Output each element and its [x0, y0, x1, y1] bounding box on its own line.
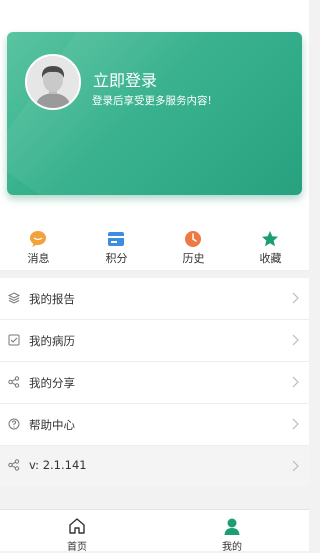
menu-item-help-center[interactable]: 帮助中心 [0, 404, 309, 446]
menu-item-label: 我的分享 [29, 376, 75, 390]
nav-tab-label: 首页 [67, 542, 87, 553]
chevron-right-icon [292, 460, 299, 472]
status-time: 11:44 [268, 4, 303, 17]
quick-actions-row: 消息 积分 历史 收藏 [0, 218, 309, 271]
menu-item-label: 帮助中心 [29, 418, 75, 432]
message-bubble-icon [30, 231, 46, 247]
quick-action-label: 消息 [27, 252, 50, 265]
quick-action-history[interactable]: 历史 [155, 218, 232, 270]
quick-action-favorites[interactable]: 收藏 [232, 218, 309, 270]
login-title[interactable]: 立即登录 [93, 67, 157, 91]
history-clock-icon [185, 231, 201, 247]
help-icon [8, 418, 20, 430]
star-icon [262, 231, 278, 247]
profile-icon [224, 518, 240, 535]
chevron-right-icon [292, 334, 299, 346]
menu-item-label: 我的病历 [29, 334, 75, 348]
quick-action-label: 积分 [105, 252, 128, 265]
share-icon [8, 376, 20, 388]
quick-action-messages[interactable]: 消息 [0, 218, 77, 270]
chevron-right-icon [292, 292, 299, 304]
avatar[interactable] [25, 54, 81, 110]
menu-list: 我的报告 我的病历 我的分享 帮助中心 [0, 278, 309, 446]
quick-action-label: 收藏 [259, 252, 282, 265]
nav-tab-profile[interactable]: 我的 [155, 510, 309, 553]
chevron-right-icon [292, 418, 299, 430]
report-layers-icon [8, 292, 20, 304]
default-avatar-icon [27, 56, 79, 108]
points-card-icon [108, 232, 124, 246]
menu-item-my-reports[interactable]: 我的报告 [0, 278, 309, 320]
status-bar: 11:44 [0, 0, 309, 22]
nav-tab-home[interactable]: 首页 [0, 510, 154, 553]
login-card[interactable]: 立即登录 登录后享受更多服务内容! [7, 32, 302, 195]
menu-item-my-shares[interactable]: 我的分享 [0, 362, 309, 404]
chevron-right-icon [292, 376, 299, 388]
version-label: v: 2.1.141 [29, 458, 87, 472]
quick-action-label: 历史 [182, 252, 205, 265]
version-item[interactable]: v: 2.1.141 [0, 446, 309, 486]
login-subtitle: 登录后享受更多服务内容! [92, 95, 212, 107]
bottom-nav: 首页 我的 [0, 509, 309, 553]
home-icon [69, 518, 85, 534]
signal-icon [237, 5, 247, 15]
share-icon [8, 459, 20, 471]
medical-record-icon [8, 334, 20, 346]
menu-item-label: 我的报告 [29, 292, 75, 306]
wifi-icon [217, 4, 231, 15]
battery-icon [253, 4, 259, 15]
nav-tab-label: 我的 [222, 542, 242, 553]
quick-action-points[interactable]: 积分 [78, 218, 155, 270]
menu-item-medical-records[interactable]: 我的病历 [0, 320, 309, 362]
